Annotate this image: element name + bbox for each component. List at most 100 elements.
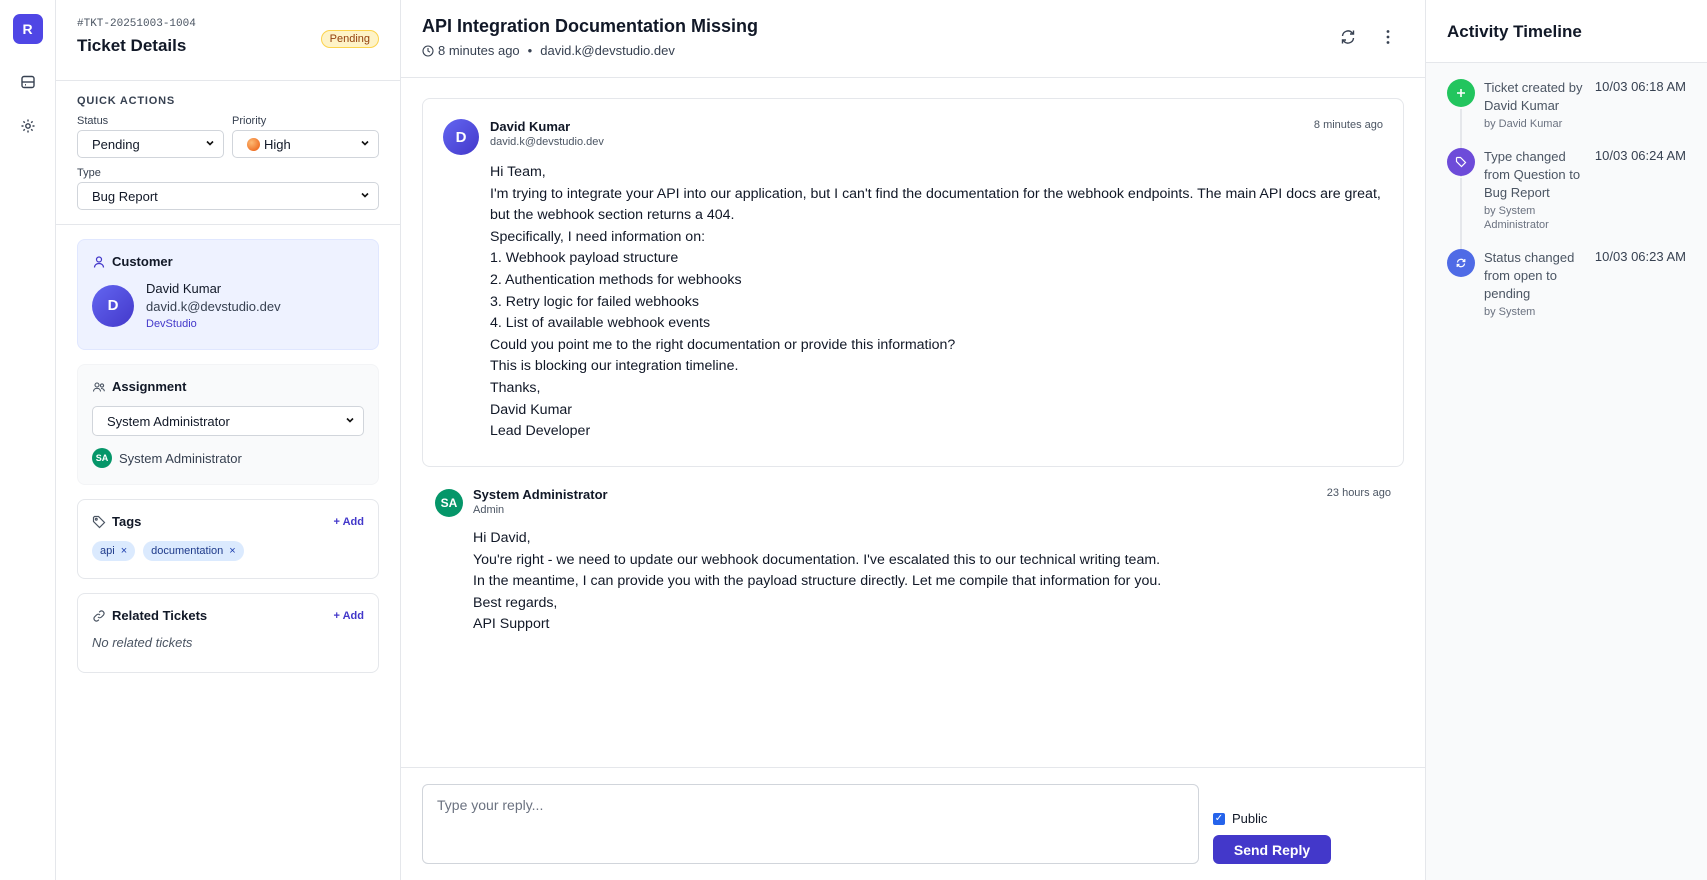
message-line: 1. Webhook payload structure	[490, 250, 679, 267]
type-select[interactable]: Bug Report	[77, 182, 379, 210]
message-line: 4. List of available webhook events	[490, 315, 711, 332]
assignee-select-value: System Administrator	[107, 413, 230, 429]
priority-select[interactable]: High	[232, 130, 379, 158]
message-line: Hi Team,	[490, 164, 546, 180]
chevron-down-icon	[345, 415, 355, 428]
message-sender: David Kumar	[490, 119, 571, 134]
tag-chip: api ×	[92, 541, 136, 561]
message-line: Best regards,	[473, 594, 558, 611]
tag-icon	[92, 515, 106, 529]
details-header: #TKT-20251003-1004 Ticket Details Pendin…	[56, 0, 400, 81]
timeline-title: Activity Timeline	[1426, 0, 1707, 63]
link-icon	[92, 609, 106, 623]
chevron-down-icon	[360, 190, 370, 203]
tag-icon	[1447, 148, 1475, 176]
quick-actions-title: QUICK ACTIONS	[77, 95, 175, 107]
tag-label: documentation	[151, 545, 224, 557]
chevron-down-icon	[360, 138, 370, 151]
timeline-item: Ticket created by David Kumar by David K…	[1447, 79, 1686, 177]
message-line: Could you point me to the right document…	[490, 336, 956, 353]
tag-label: api	[100, 545, 115, 557]
app-logo[interactable]: R	[12, 14, 43, 44]
priority-label: Priority	[232, 115, 267, 127]
message-line: In the meantime, I can provide you with …	[473, 573, 1162, 590]
add-related-button[interactable]: + Add	[334, 610, 364, 622]
quick-actions: QUICK ACTIONS Status Pending Priority Hi…	[56, 81, 400, 225]
customer-card: Customer D David Kumar david.k@devstudio…	[77, 239, 379, 350]
timeline-item: Status changed from open to pending by S…	[1447, 249, 1686, 319]
customer-name: David Kumar	[146, 281, 222, 296]
refresh-icon	[1447, 249, 1475, 277]
checkbox-checked-icon[interactable]: ✓	[1213, 812, 1225, 825]
timeline-by: by System	[1484, 306, 1536, 318]
tag-chip: documentation ×	[143, 541, 244, 561]
timeline-by: by System Administrator	[1484, 205, 1549, 231]
message-line: 2. Authentication methods for webhooks	[490, 271, 742, 288]
public-toggle[interactable]: ✓ Public	[1213, 811, 1267, 826]
type-label: Type	[77, 167, 101, 179]
priority-select-value: High	[264, 136, 291, 152]
message-sender-role: Admin	[473, 504, 505, 516]
send-reply-button[interactable]: Send Reply	[1213, 835, 1331, 864]
ticket-id: #TKT-20251003-1004	[77, 18, 196, 30]
message-time: 8 minutes ago	[1313, 119, 1383, 131]
tags-card: Tags + Add api × documentation ×	[77, 499, 379, 579]
inbox-icon[interactable]	[12, 66, 44, 98]
ticket-age: 8 minutes ago	[438, 43, 520, 58]
assignee-name: System Administrator	[119, 450, 242, 466]
message-line: Lead Developer	[490, 423, 591, 440]
public-label: Public	[1232, 811, 1268, 826]
message-sender: System Administrator	[473, 487, 608, 502]
avatar: SA	[92, 448, 112, 468]
ticket-details-panel: #TKT-20251003-1004 Ticket Details Pendin…	[56, 0, 401, 880]
message-line: You're right - we need to update our web…	[473, 551, 1161, 568]
message-line: David Kumar	[490, 401, 573, 418]
reply-input[interactable]: Type your reply...	[422, 784, 1199, 864]
message-line: Thanks,	[490, 379, 541, 396]
ticket-requester-email: david.k@devstudio.dev	[540, 43, 675, 58]
plus-icon	[1447, 79, 1475, 107]
timeline-desc: Status changed from open to pending	[1484, 250, 1575, 301]
conversation-header: API Integration Documentation Missing 8 …	[401, 0, 1425, 78]
message-thread: D David Kumar david.k@devstudio.dev 8 mi…	[401, 78, 1425, 767]
timeline-time: 10/03 06:23 AM	[1594, 249, 1686, 264]
timeline-time: 10/03 06:24 AM	[1594, 148, 1686, 163]
activity-timeline: Activity Timeline Ticket created by Davi…	[1425, 0, 1707, 880]
status-select-value: Pending	[92, 136, 140, 152]
app-root: R #TKT-20251003-1004 Ticket Details Pend…	[0, 0, 1707, 880]
message-customer: D David Kumar david.k@devstudio.dev 8 mi…	[422, 98, 1404, 467]
status-select[interactable]: Pending	[77, 130, 224, 158]
avatar: D	[443, 119, 479, 155]
assignment-title: Assignment	[112, 379, 187, 394]
related-tickets-card: Related Tickets + Add No related tickets	[77, 593, 379, 673]
chevron-down-icon	[205, 138, 215, 151]
nav-rail: R	[0, 0, 56, 880]
customer-title: Customer	[112, 254, 173, 269]
ticket-title: API Integration Documentation Missing	[422, 16, 759, 36]
timeline-time: 10/03 06:18 AM	[1594, 79, 1686, 94]
current-assignee: SA System Administrator	[92, 448, 364, 468]
remove-tag-icon[interactable]: ×	[121, 545, 127, 557]
remove-tag-icon[interactable]: ×	[229, 545, 235, 557]
customer-company-link[interactable]: DevStudio	[146, 318, 281, 330]
reply-composer: Type your reply... ✓ Public Send Reply	[401, 767, 1425, 880]
conversation-panel: API Integration Documentation Missing 8 …	[401, 0, 1425, 880]
more-options-icon[interactable]	[1379, 28, 1397, 46]
clock-icon	[422, 44, 434, 57]
refresh-icon[interactable]	[1339, 28, 1357, 46]
add-tag-button[interactable]: + Add	[334, 516, 364, 528]
message-line: 3. Retry logic for failed webhooks	[490, 293, 699, 310]
assignee-select[interactable]: System Administrator	[92, 406, 364, 436]
gear-icon[interactable]	[12, 110, 44, 142]
message-line: This is blocking our integration timelin…	[490, 358, 739, 375]
timeline-by: by David Kumar	[1484, 118, 1563, 130]
message-body: Hi David, You're right - we need to upda…	[473, 528, 1391, 636]
timeline-item: Type changed from Question to Bug Report…	[1447, 148, 1686, 263]
message-line: Hi David,	[473, 530, 531, 546]
status-label: Status	[77, 115, 109, 127]
message-line: Specifically, I need information on:	[490, 228, 706, 245]
avatar: SA	[435, 489, 463, 517]
message-line: I'm trying to integrate your API into ou…	[490, 185, 1381, 224]
meta-separator: •	[527, 43, 533, 58]
assignment-card: Assignment System Administrator SA Syste…	[77, 364, 379, 485]
